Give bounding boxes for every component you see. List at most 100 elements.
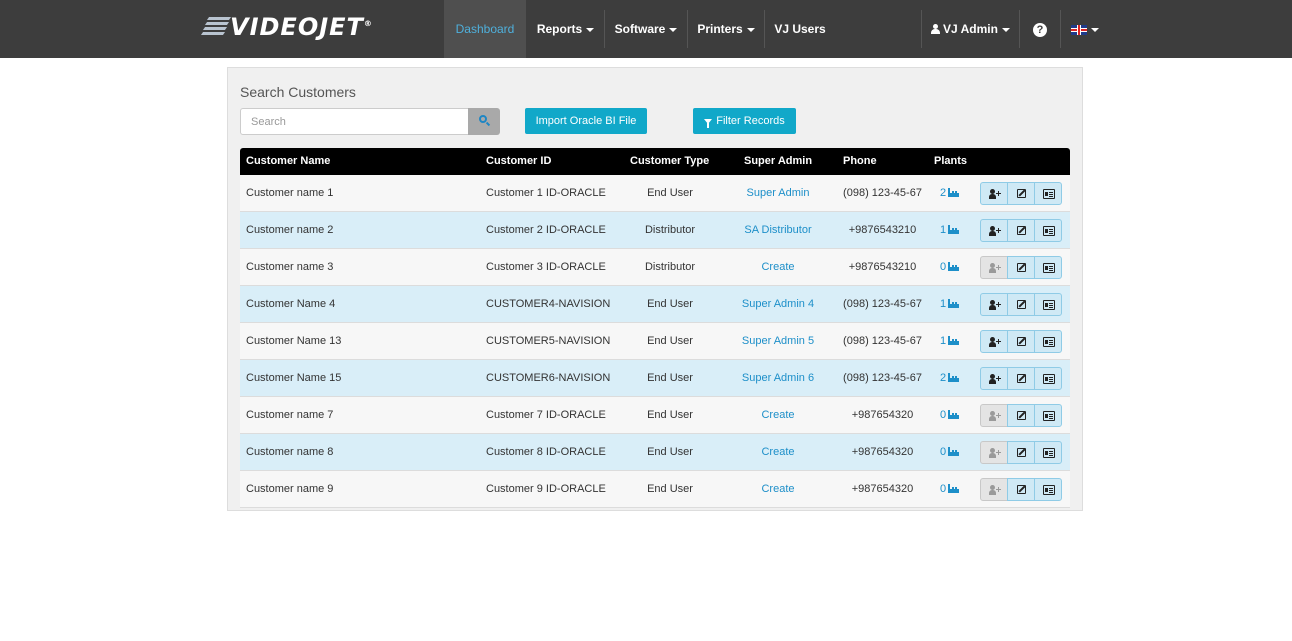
nav-vj-users[interactable]: VJ Users [765,0,835,58]
customer-type: End User [647,187,693,199]
plants-link[interactable]: 1 [940,286,960,322]
nav-reports[interactable]: Reports [527,0,604,58]
table-row: Customer name 2 Customer 2 ID-ORACLE Dis… [240,212,1070,249]
user-plus-icon [989,189,1001,199]
import-oracle-button[interactable]: Import Oracle BI File [525,108,647,134]
customer-id: Customer 1 ID-ORACLE [486,187,606,199]
customer-type: Distributor [644,261,696,273]
header-plants[interactable]: Plants [934,148,967,175]
factory-icon [948,262,960,271]
nav-software[interactable]: Software [605,0,687,58]
super-admin-link[interactable]: Super Admin 4 [728,286,828,322]
edit-customer-button[interactable] [1007,330,1035,353]
super-admin-link[interactable]: Super Admin 6 [728,360,828,396]
edit-icon [1017,189,1026,198]
caret-down-icon [746,27,755,32]
customer-details-button[interactable] [1034,256,1062,279]
row-actions [980,219,1062,242]
plants-link[interactable]: 0 [940,397,960,433]
edit-customer-button[interactable] [1007,478,1035,501]
customer-details-button[interactable] [1034,367,1062,390]
search-input[interactable] [240,108,469,135]
row-actions [980,404,1062,427]
edit-customer-button[interactable] [1007,404,1035,427]
customer-details-button[interactable] [1034,293,1062,316]
customer-type: End User [647,298,693,310]
plants-link[interactable]: 1 [940,323,960,359]
edit-customer-button[interactable] [1007,441,1035,464]
nav-dashboard[interactable]: Dashboard [444,0,526,58]
plants-link[interactable]: 2 [940,360,960,396]
super-admin-link[interactable]: Create [728,434,828,470]
id-card-icon [1043,189,1055,199]
plants-link[interactable]: 0 [940,471,960,507]
add-super-admin-button[interactable] [980,219,1008,242]
customer-details-button[interactable] [1034,404,1062,427]
id-card-icon [1043,226,1055,236]
edit-icon [1017,337,1026,346]
super-admin-link[interactable]: SA Distributor [728,212,828,248]
customer-type: End User [647,483,693,495]
edit-icon [1017,411,1026,420]
customer-details-button[interactable] [1034,219,1062,242]
search-button[interactable] [468,108,500,135]
id-card-icon [1043,263,1055,273]
customer-details-button[interactable] [1034,478,1062,501]
header-super-admin[interactable]: Super Admin [744,148,812,175]
id-card-icon [1043,411,1055,421]
plants-link[interactable]: 2 [940,175,960,211]
header-phone[interactable]: Phone [843,148,877,175]
caret-down-icon [1091,27,1099,32]
super-admin-link[interactable]: Super Admin 5 [728,323,828,359]
customer-type: End User [647,372,693,384]
row-actions [980,478,1062,501]
customer-name: Customer Name 15 [246,372,342,384]
row-actions [980,441,1062,464]
edit-customer-button[interactable] [1007,256,1035,279]
edit-customer-button[interactable] [1007,367,1035,390]
customer-details-button[interactable] [1034,330,1062,353]
edit-customer-button[interactable] [1007,182,1035,205]
edit-icon [1017,485,1026,494]
header-customer-name[interactable]: Customer Name [246,148,330,175]
row-actions [980,256,1062,279]
nav-help[interactable]: ? [1020,0,1060,58]
factory-icon [948,484,960,493]
id-card-icon [1043,300,1055,310]
user-plus-icon [989,263,1001,273]
factory-icon [948,299,960,308]
table-body: Customer name 1 Customer 1 ID-ORACLE End… [240,175,1070,508]
header-customer-type[interactable]: Customer Type [630,148,709,175]
super-admin-link[interactable]: Super Admin [728,175,828,211]
nav-printers[interactable]: Printers [688,0,764,58]
add-super-admin-button[interactable] [980,293,1008,316]
edit-customer-button[interactable] [1007,293,1035,316]
table-row: Customer name 3 Customer 3 ID-ORACLE Dis… [240,249,1070,286]
customer-name: Customer name 7 [246,409,334,421]
nav-language[interactable] [1061,0,1109,58]
plants-link[interactable]: 0 [940,249,960,285]
customer-id: Customer 9 ID-ORACLE [486,483,606,495]
row-actions [980,293,1062,316]
customer-details-button[interactable] [1034,441,1062,464]
table-header: Customer Name Customer ID Customer Type … [240,148,1070,175]
nav-user-menu[interactable]: VJ Admin [922,0,1019,58]
videojet-logo[interactable]: VIDEOJET® [200,11,373,43]
page-title: Search Customers [240,84,356,100]
edit-customer-button[interactable] [1007,219,1035,242]
add-super-admin-button[interactable] [980,330,1008,353]
plants-link[interactable]: 1 [940,212,960,248]
super-admin-link[interactable]: Create [728,249,828,285]
super-admin-link[interactable]: Create [728,397,828,433]
table-row: Customer name 1 Customer 1 ID-ORACLE End… [240,175,1070,212]
customer-details-button[interactable] [1034,182,1062,205]
customer-id: Customer 7 ID-ORACLE [486,409,606,421]
super-admin-link[interactable]: Create [728,471,828,507]
plants-link[interactable]: 0 [940,434,960,470]
add-super-admin-button[interactable] [980,367,1008,390]
customer-id: CUSTOMER4-NAVISION [486,298,611,310]
header-customer-id[interactable]: Customer ID [486,148,551,175]
customer-type: End User [647,409,693,421]
filter-records-button[interactable]: Filter Records [693,108,796,134]
add-super-admin-button[interactable] [980,182,1008,205]
